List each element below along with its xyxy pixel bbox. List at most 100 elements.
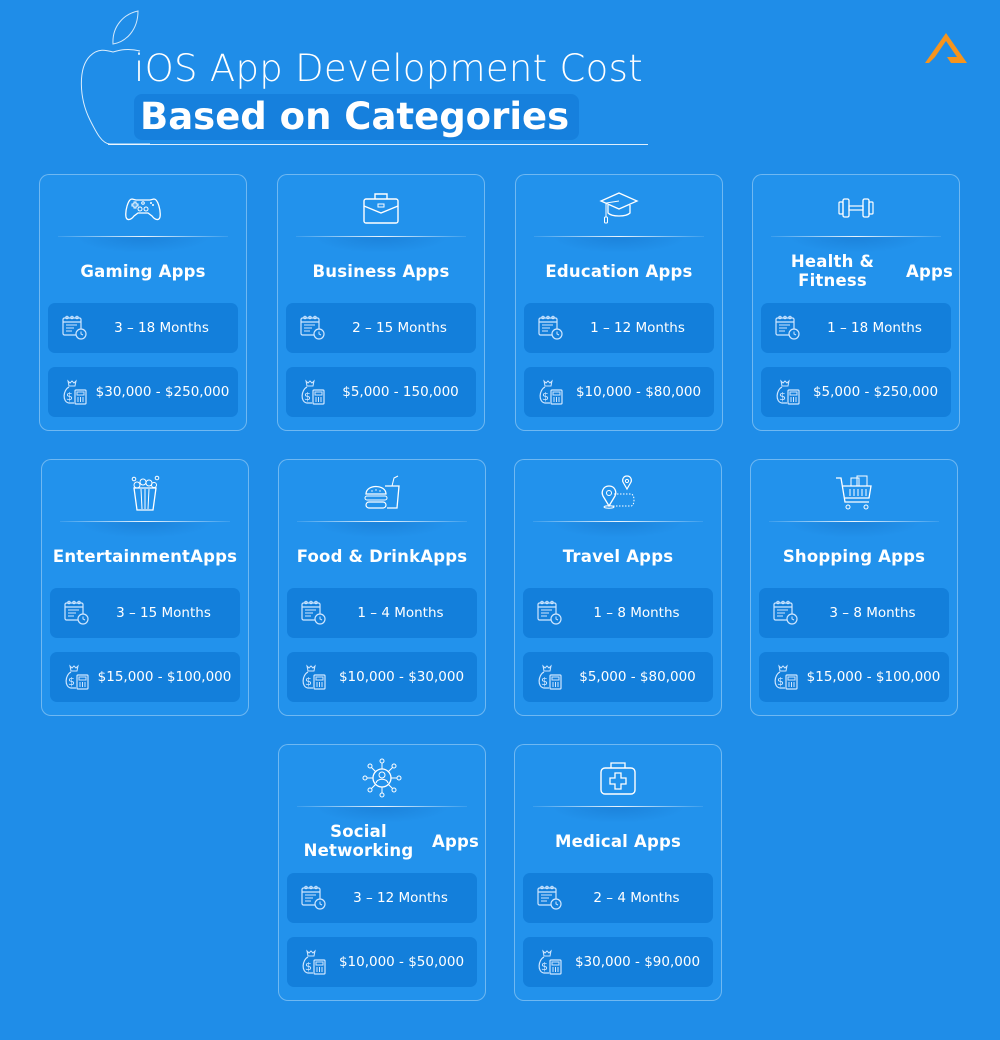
duration-value: 1 – 12 Months: [590, 320, 685, 336]
cost-pill: $5,000 - $250,000: [761, 367, 951, 417]
duration-pill: 1 – 4 Months: [287, 588, 477, 638]
cost-pill: $10,000 - $50,000: [287, 937, 477, 987]
card-divider: [297, 521, 467, 538]
duration-value: 2 – 4 Months: [593, 890, 680, 906]
category-name: Gaming Apps: [80, 261, 206, 281]
category-card-medical-apps: Medical Apps 2 – 4 Months $30,000 - $90,…: [514, 744, 722, 1001]
triangle-logo-icon: [925, 33, 967, 63]
category-name: Entertainment Apps: [52, 546, 238, 566]
money-bag-calculator-icon: [299, 378, 327, 406]
duration-value: 2 – 15 Months: [352, 320, 447, 336]
cost-pill: $30,000 - $90,000: [523, 937, 713, 987]
category-card-travel-apps: Travel Apps 1 – 8 Months $5,000 - $80,00…: [514, 459, 722, 716]
category-card-business-apps: Business Apps 2 – 15 Months $5,000 - 150…: [277, 174, 485, 431]
graduation-cap-icon: [516, 187, 722, 229]
calendar-clock-icon: [774, 314, 802, 342]
card-divider: [296, 236, 466, 253]
title-underline: [108, 144, 648, 145]
briefcase-icon: [278, 187, 484, 229]
card-divider: [769, 521, 939, 538]
cost-pill: $5,000 - 150,000: [286, 367, 476, 417]
calendar-clock-icon: [63, 599, 91, 627]
category-card-shopping-apps: Shopping Apps 3 – 8 Months $15,000 - $10…: [750, 459, 958, 716]
card-divider: [533, 806, 703, 823]
calendar-clock-icon: [299, 314, 327, 342]
popcorn-icon: [42, 472, 248, 514]
cost-pill: $10,000 - $30,000: [287, 652, 477, 702]
duration-value: 3 – 15 Months: [116, 605, 211, 621]
calendar-clock-icon: [536, 599, 564, 627]
duration-pill: 2 – 15 Months: [286, 303, 476, 353]
duration-pill: 3 – 8 Months: [759, 588, 949, 638]
card-divider: [771, 236, 941, 253]
duration-value: 1 – 18 Months: [827, 320, 922, 336]
cost-pill: $10,000 - $80,000: [524, 367, 714, 417]
money-bag-calculator-icon: [300, 948, 328, 976]
cost-pill: $15,000 - $100,000: [759, 652, 949, 702]
card-divider: [534, 236, 704, 253]
social-network-icon: [279, 757, 485, 799]
duration-pill: 3 – 12 Months: [287, 873, 477, 923]
cost-value: $5,000 - 150,000: [342, 384, 459, 400]
duration-value: 3 – 18 Months: [114, 320, 209, 336]
cost-pill: $15,000 - $100,000: [50, 652, 240, 702]
money-bag-calculator-icon: [536, 948, 564, 976]
money-bag-calculator-icon: [63, 663, 91, 691]
money-bag-calculator-icon: [300, 663, 328, 691]
duration-pill: 2 – 4 Months: [523, 873, 713, 923]
category-card-health-and-fitness-apps: Health & Fitness Apps 1 – 18 Months $5,00…: [752, 174, 960, 431]
cost-value: $30,000 - $250,000: [95, 384, 230, 400]
calendar-clock-icon: [772, 599, 800, 627]
cost-value: $15,000 - $100,000: [97, 669, 232, 685]
category-name: Travel Apps: [562, 546, 674, 566]
game-controller-icon: [40, 187, 246, 229]
shopping-cart-icon: [751, 472, 957, 514]
calendar-clock-icon: [536, 884, 564, 912]
cost-value: $10,000 - $80,000: [575, 384, 702, 400]
calendar-clock-icon: [61, 314, 89, 342]
duration-value: 3 – 8 Months: [829, 605, 916, 621]
money-bag-calculator-icon: [61, 378, 89, 406]
cost-value: $5,000 - $80,000: [579, 669, 696, 685]
cost-value: $10,000 - $30,000: [338, 669, 465, 685]
cost-value: $15,000 - $100,000: [806, 669, 941, 685]
burger-drink-icon: [279, 472, 485, 514]
duration-value: 1 – 8 Months: [593, 605, 680, 621]
card-divider: [60, 521, 230, 538]
duration-pill: 3 – 18 Months: [48, 303, 238, 353]
medical-kit-icon: [515, 757, 721, 799]
duration-pill: 1 – 18 Months: [761, 303, 951, 353]
title-line-2: Based on Categories: [134, 94, 580, 140]
cost-pill: $30,000 - $250,000: [48, 367, 238, 417]
calendar-clock-icon: [300, 884, 328, 912]
category-name: Social Networking Apps: [303, 822, 479, 860]
card-divider: [297, 806, 467, 823]
category-name: Food & Drink Apps: [296, 546, 468, 566]
money-bag-calculator-icon: [774, 378, 802, 406]
page-title: iOS App Development Cost Based on Catego…: [134, 46, 643, 140]
category-name: Business Apps: [312, 261, 450, 281]
cost-value: $30,000 - $90,000: [574, 954, 701, 970]
category-card-food-and-drink-apps: Food & Drink Apps 1 – 4 Months $10,000 - …: [278, 459, 486, 716]
cost-pill: $5,000 - $80,000: [523, 652, 713, 702]
duration-pill: 3 – 15 Months: [50, 588, 240, 638]
card-divider: [533, 521, 703, 538]
category-name: Education Apps: [545, 261, 693, 281]
duration-value: 1 – 4 Months: [357, 605, 444, 621]
cost-value: $5,000 - $250,000: [812, 384, 939, 400]
duration-pill: 1 – 12 Months: [524, 303, 714, 353]
calendar-clock-icon: [537, 314, 565, 342]
category-card-entertainment-apps: Entertainment Apps 3 – 15 Months $15,000 …: [41, 459, 249, 716]
map-route-icon: [515, 472, 721, 514]
title-line-1: iOS App Development Cost: [134, 47, 643, 90]
category-card-social-networking-apps: Social Networking Apps 3 – 12 Months $10,…: [278, 744, 486, 1001]
money-bag-calculator-icon: [536, 663, 564, 691]
duration-pill: 1 – 8 Months: [523, 588, 713, 638]
card-divider: [58, 236, 228, 253]
category-name: Medical Apps: [554, 831, 681, 851]
cost-value: $10,000 - $50,000: [338, 954, 465, 970]
calendar-clock-icon: [300, 599, 328, 627]
dumbbell-icon: [753, 187, 959, 229]
money-bag-calculator-icon: [537, 378, 565, 406]
category-card-education-apps: Education Apps 1 – 12 Months $10,000 - $…: [515, 174, 723, 431]
